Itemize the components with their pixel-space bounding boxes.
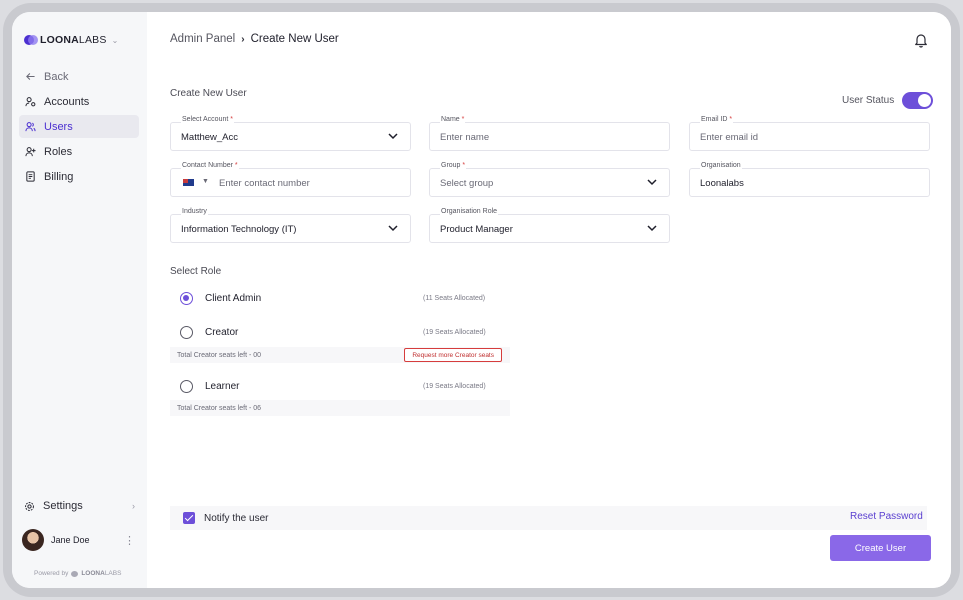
- avatar: [22, 529, 44, 551]
- radio-button[interactable]: [180, 291, 193, 305]
- role-name: Creator: [205, 326, 239, 338]
- sidebar-item-billing[interactable]: Billing: [19, 165, 139, 188]
- sidebar-item-back[interactable]: Back: [19, 65, 139, 88]
- radio-button[interactable]: [180, 379, 193, 393]
- user-status-toggle[interactable]: [902, 92, 934, 109]
- field-label: Group *: [440, 162, 467, 169]
- more-vertical-icon[interactable]: ⋮: [124, 534, 135, 547]
- creator-seats-left: Total Creator seats left - 00 Request mo…: [170, 347, 510, 363]
- sidebar-item-label: Accounts: [44, 95, 90, 108]
- form-title: Create New User: [170, 88, 247, 99]
- field-label: Email ID *: [700, 116, 734, 123]
- select-role-title: Select Role: [170, 266, 222, 277]
- sidebar-item-label: Roles: [44, 145, 73, 158]
- industry-dropdown[interactable]: Industry Information Technology (IT): [170, 208, 411, 243]
- name-field[interactable]: Name * Enter name: [429, 116, 670, 151]
- settings-label: Settings: [43, 500, 83, 512]
- logo[interactable]: LOONALABS ⌄: [24, 34, 118, 46]
- arrow-left-icon: [25, 71, 36, 82]
- bell-icon[interactable]: [914, 32, 928, 48]
- caret-down-icon[interactable]: ▼: [202, 178, 209, 185]
- notify-user-row: Notify the user: [170, 506, 927, 530]
- field-label: Organisation Role: [440, 208, 499, 215]
- sidebar: LOONALABS ⌄ Back Accounts Users Roles Bi…: [12, 12, 147, 588]
- email-placeholder: Enter email id: [700, 132, 759, 143]
- user-profile[interactable]: Jane Doe ⋮: [22, 528, 135, 552]
- notify-user-checkbox[interactable]: [183, 512, 195, 524]
- sidebar-nav: Back Accounts Users Roles Billing: [19, 65, 139, 190]
- request-more-seats-button[interactable]: Request more Creator seats: [404, 348, 502, 362]
- field-label: Organisation: [700, 162, 742, 169]
- organisation-value: Loonalabs: [700, 178, 744, 189]
- role-option-learner[interactable]: Learner (19 Seats Allocated): [180, 378, 510, 394]
- powered-brand: LOONALABS: [81, 570, 122, 577]
- select-account-value: Matthew_Acc: [181, 132, 239, 143]
- sidebar-item-accounts[interactable]: Accounts: [19, 90, 139, 113]
- sidebar-item-roles[interactable]: Roles: [19, 140, 139, 163]
- chevron-right-icon: ›: [241, 33, 245, 45]
- user-status: User Status: [842, 92, 934, 109]
- sidebar-item-label: Users: [44, 120, 73, 133]
- screen-frame: LOONALABS ⌄ Back Accounts Users Roles Bi…: [0, 0, 963, 600]
- role-name: Client Admin: [205, 292, 262, 304]
- logo-mark-icon: [24, 35, 38, 45]
- group-dropdown[interactable]: Group * Select group: [429, 162, 670, 197]
- breadcrumb-admin-panel[interactable]: Admin Panel: [170, 33, 235, 45]
- powered-by: Powered by LOONALABS: [34, 570, 121, 577]
- logo-text: LOONALABS: [40, 34, 107, 46]
- chevron-down-icon: [647, 225, 657, 232]
- seats-allocated: (19 Seats Allocated): [423, 328, 486, 336]
- breadcrumb: Admin Panel › Create New User: [170, 33, 339, 45]
- learner-seats-left: Total Creator seats left - 06: [170, 400, 510, 416]
- name-placeholder: Enter name: [440, 132, 490, 143]
- users-icon: [25, 121, 36, 132]
- notify-user-label: Notify the user: [204, 512, 269, 524]
- field-label: Select Account *: [181, 116, 234, 123]
- seats-left-text: Total Creator seats left - 06: [177, 404, 262, 412]
- chevron-down-icon[interactable]: ⌄: [112, 36, 119, 45]
- roles-icon: [25, 146, 36, 157]
- sidebar-item-label: Billing: [44, 170, 74, 183]
- field-label: Industry: [181, 208, 208, 215]
- role-option-client-admin[interactable]: Client Admin (11 Seats Allocated): [180, 290, 510, 306]
- seats-allocated: (11 Seats Allocated): [423, 294, 486, 302]
- gear-icon: [24, 501, 35, 512]
- contact-number-field[interactable]: Contact Number * ▼ Enter contact number: [170, 162, 411, 197]
- role-name: Learner: [205, 380, 240, 392]
- breadcrumb-current: Create New User: [250, 33, 339, 45]
- organisation-field[interactable]: Organisation Loonalabs: [689, 162, 930, 197]
- field-label: Name *: [440, 116, 466, 123]
- user-name: Jane Doe: [51, 535, 90, 545]
- user-status-label: User Status: [842, 95, 895, 106]
- organisation-role-value: Product Manager: [440, 224, 513, 235]
- field-label: Contact Number *: [181, 162, 239, 169]
- app-window: LOONALABS ⌄ Back Accounts Users Roles Bi…: [12, 12, 951, 588]
- chevron-down-icon: [647, 179, 657, 186]
- organisation-role-dropdown[interactable]: Organisation Role Product Manager: [429, 208, 670, 243]
- create-user-button[interactable]: Create User: [830, 535, 931, 561]
- logo-mini-icon: [71, 570, 79, 577]
- main-content: Admin Panel › Create New User Create New…: [147, 12, 951, 588]
- radio-button[interactable]: [180, 325, 193, 339]
- sidebar-item-users[interactable]: Users: [19, 115, 139, 138]
- select-account-dropdown[interactable]: Select Account * Matthew_Acc: [170, 116, 411, 151]
- accounts-icon: [25, 96, 36, 107]
- email-field[interactable]: Email ID * Enter email id: [689, 116, 930, 151]
- role-option-creator[interactable]: Creator (19 Seats Allocated): [180, 324, 510, 340]
- chevron-right-icon: ›: [132, 501, 135, 511]
- sidebar-item-label: Back: [44, 70, 69, 83]
- contact-placeholder: Enter contact number: [219, 178, 310, 189]
- chevron-down-icon: [388, 133, 398, 140]
- group-placeholder: Select group: [440, 178, 494, 189]
- seats-left-text: Total Creator seats left - 00: [177, 351, 262, 359]
- industry-value: Information Technology (IT): [181, 224, 297, 235]
- seats-allocated: (19 Seats Allocated): [423, 382, 486, 390]
- powered-prefix: Powered by: [34, 570, 69, 577]
- chevron-down-icon: [388, 225, 398, 232]
- sidebar-item-settings[interactable]: Settings ›: [24, 498, 135, 514]
- flag-icon[interactable]: [183, 179, 194, 186]
- billing-icon: [25, 171, 36, 182]
- reset-password-link[interactable]: Reset Password: [850, 511, 923, 522]
